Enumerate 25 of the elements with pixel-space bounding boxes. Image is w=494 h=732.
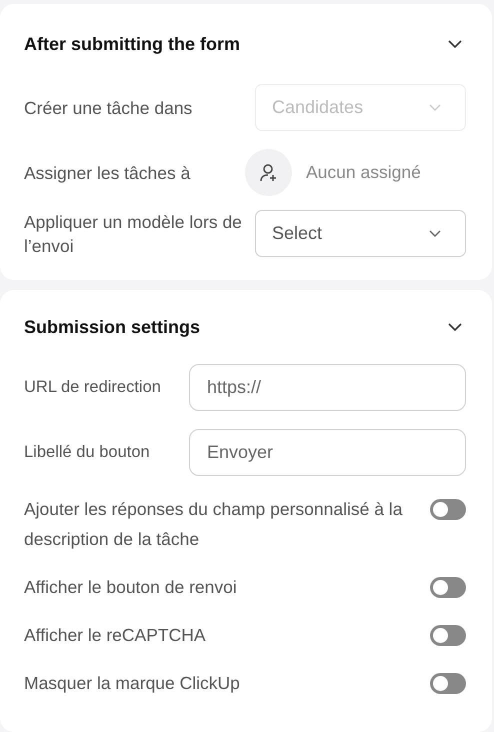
chevron-icon[interactable] [448, 40, 462, 48]
toggle-label: Afficher le bouton de renvoi [24, 576, 237, 599]
section-title: Submission settings [24, 316, 200, 338]
field-label: Appliquer un modèle lors de l’envoi [24, 210, 243, 258]
add-assignee-button[interactable] [245, 149, 292, 196]
chevron-icon[interactable] [448, 323, 462, 331]
input-field[interactable]: Envoyer [189, 429, 466, 476]
dropdown[interactable]: Select [255, 210, 466, 257]
toggle-switch[interactable] [430, 499, 466, 520]
field-label: Assigner les tâches à [24, 162, 192, 184]
caret-icon [429, 104, 441, 111]
toggle-switch[interactable] [430, 673, 466, 694]
caret-icon [429, 230, 441, 237]
toggle-label: Masquer la marque ClickUp [24, 672, 240, 695]
toggle-switch[interactable] [430, 577, 466, 598]
field-label: Créer une tâche dans [24, 96, 194, 120]
section-title: After submitting the form [24, 34, 240, 54]
assignee-text: Aucun assigné [306, 162, 421, 183]
toggle-label: Afficher le reCAPTCHA [24, 624, 206, 647]
input-field[interactable]: https:// [189, 364, 466, 411]
toggle-switch[interactable] [430, 625, 466, 646]
toggle-label: Ajouter les réponses du champ personnalisé à la description de la tâche [24, 498, 404, 551]
field-label: URL de redirection [24, 378, 162, 397]
field-label: Libellé du bouton [24, 443, 151, 462]
add-user-icon [258, 162, 278, 182]
